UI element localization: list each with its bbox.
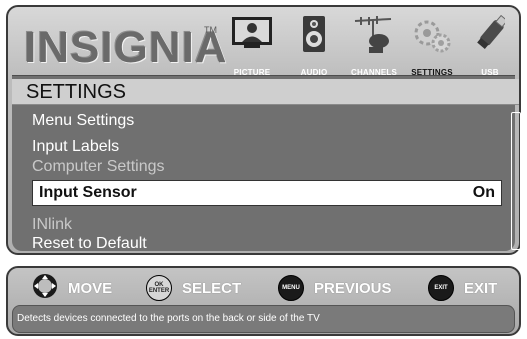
menu-item-input-labels[interactable]: Input Labels	[32, 137, 119, 157]
input-sensor-label: Input Sensor	[39, 184, 137, 201]
nav-move: MOVE	[32, 273, 113, 304]
navigation-legend: MOVE OK ENTER SELECT MENU PREVIOUS EXIT …	[8, 268, 519, 308]
tab-usb[interactable]: USB	[462, 11, 518, 79]
previous-label: PREVIOUS	[314, 279, 392, 297]
menu-item-input-sensor[interactable]: Input Sensor On	[32, 180, 502, 206]
brand-logo: INSIGNIA	[24, 23, 228, 72]
tab-picture[interactable]: PICTURE	[224, 11, 280, 79]
tv-picture-icon	[230, 15, 274, 56]
move-label: MOVE	[68, 279, 113, 297]
tv-menu-screen: INSIGNIA TM PICTURE AUDIO CHANNELS SETTI…	[0, 0, 527, 339]
exit-label: EXIT	[464, 279, 498, 297]
page-title: SETTINGS	[12, 79, 519, 105]
exit-button-icon: EXIT	[428, 275, 454, 301]
menu-button-icon: MENU	[278, 275, 304, 301]
antenna-satellite-icon	[351, 15, 397, 60]
speaker-icon	[301, 15, 327, 58]
select-label: SELECT	[182, 279, 242, 297]
tab-audio[interactable]: AUDIO	[286, 11, 342, 79]
ok-enter-icon: OK ENTER	[146, 275, 172, 301]
scrollbar[interactable]	[511, 112, 521, 250]
nav-previous: MENU PREVIOUS	[278, 274, 392, 302]
dpad-icon	[32, 273, 58, 304]
help-text: Detects devices connected to the ports o…	[12, 305, 515, 333]
settings-panel: INSIGNIA TM PICTURE AUDIO CHANNELS SETTI…	[6, 5, 521, 255]
help-panel: MOVE OK ENTER SELECT MENU PREVIOUS EXIT …	[6, 266, 521, 336]
trademark-mark: TM	[204, 25, 217, 35]
nav-exit: EXIT EXIT	[428, 274, 497, 302]
menu-item-menu-settings[interactable]: Menu Settings	[32, 111, 134, 131]
usb-drive-icon	[475, 14, 508, 60]
nav-select: OK ENTER SELECT	[146, 274, 241, 302]
menu-item-reset-to-default[interactable]: Reset to Default	[32, 234, 147, 254]
gears-icon	[411, 15, 453, 60]
menu-item-inlink: INlink	[32, 216, 73, 233]
input-sensor-value: On	[472, 184, 495, 201]
menu-item-computer-settings: Computer Settings	[32, 158, 165, 175]
